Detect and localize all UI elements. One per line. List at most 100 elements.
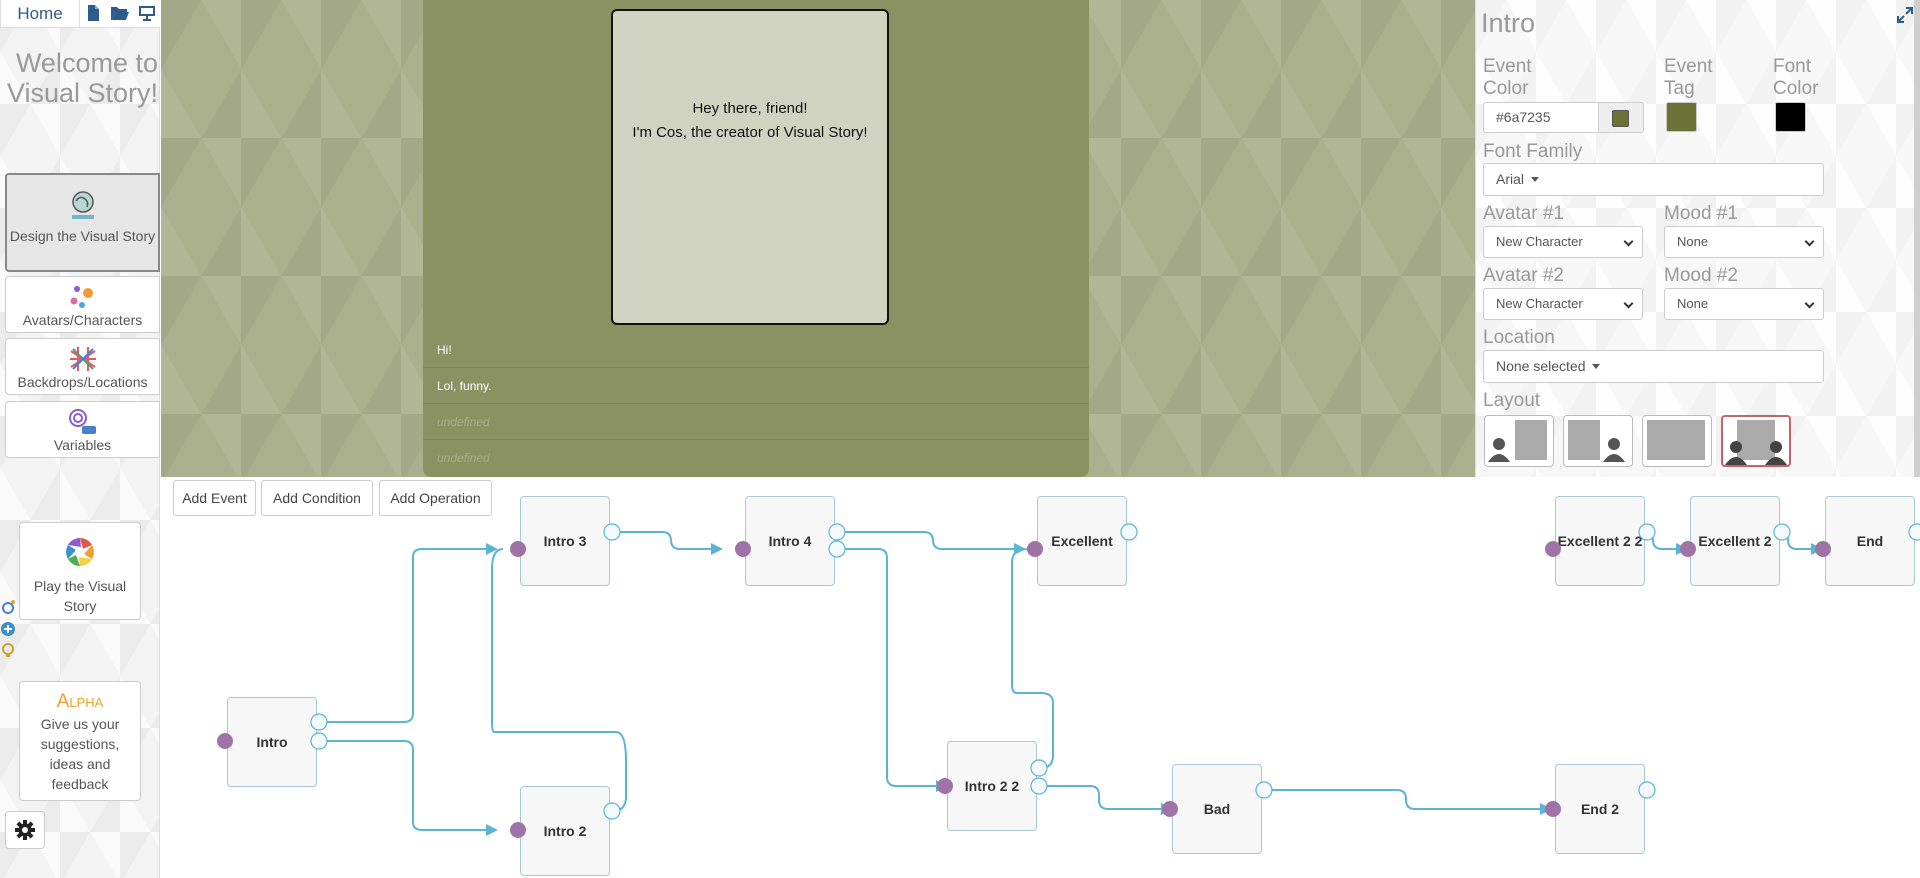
presentation-icon[interactable] (137, 4, 157, 22)
event-properties-panel: Intro Event Color Event Tag Font Color #… (1475, 0, 1920, 570)
caret-down-icon (1592, 364, 1601, 369)
share-icon[interactable] (2, 600, 15, 614)
event-title: Intro (1481, 8, 1536, 38)
location-value: None selected (1496, 358, 1586, 374)
flow-node-excellent22[interactable]: Excellent 2 2 (1555, 496, 1645, 586)
event-color-input[interactable]: #6a7235 (1483, 102, 1599, 133)
edge-bad-end2 (1263, 789, 1540, 810)
layout-full-icon (1647, 420, 1705, 460)
node-label: Excellent (1051, 533, 1113, 549)
edge-intro4-excellent (837, 531, 1014, 550)
settings-button[interactable] (5, 811, 45, 849)
welcome-heading: Welcome to Visual Story! (6, 48, 158, 108)
layout-option-full[interactable] (1642, 415, 1712, 467)
left-sidebar: Home Welcome to Visual Story! Design the… (0, 0, 160, 878)
flow-node-intro2[interactable]: Intro 2 (520, 786, 610, 876)
design-icon (71, 191, 94, 219)
mood2-value: None (1677, 296, 1709, 311)
node-label: Excellent 2 (1698, 533, 1772, 549)
nav-variables-label: Variables (53, 437, 112, 453)
layout-left-avatar-icon (1488, 420, 1547, 462)
home-tab[interactable]: Home (0, 0, 80, 28)
avatar1-select[interactable]: New Character (1483, 226, 1643, 258)
chevron-down-icon (1804, 236, 1815, 247)
play-aperture-icon (66, 538, 94, 566)
choice-4[interactable]: undefined (423, 441, 1089, 476)
backdrops-icon (69, 347, 96, 371)
flow-node-bad[interactable]: Bad (1172, 764, 1262, 854)
edge-intro-intro2 (319, 740, 489, 831)
location-label: Location (1483, 327, 1555, 348)
nav-avatars[interactable]: Avatars/Characters (5, 276, 160, 333)
chevron-down-icon (1804, 298, 1815, 309)
flow-node-end2[interactable]: End 2 (1555, 764, 1645, 854)
edge-intro22-bad (1041, 785, 1161, 810)
mood1-label: Mood #1 (1664, 203, 1738, 224)
alpha-feedback-card[interactable]: Alpha Give us your suggestions, ideas an… (19, 681, 141, 801)
layout-option-two-avatars[interactable] (1721, 415, 1791, 467)
expand-icon[interactable] (1896, 6, 1914, 24)
flow-node-end[interactable]: End (1825, 496, 1915, 586)
location-dropdown[interactable]: None selected (1483, 350, 1824, 383)
mood2-label: Mood #2 (1664, 265, 1738, 286)
avatar2-select[interactable]: New Character (1483, 288, 1643, 320)
story-preview-stage: Hey there, friend! I'm Cos, the creator … (161, 0, 1475, 477)
top-bar: Home (0, 0, 160, 28)
layout-option-left-avatar[interactable] (1484, 415, 1554, 467)
node-label: Intro (256, 734, 288, 750)
add-icon[interactable] (1, 622, 15, 636)
choice-1[interactable]: Hi! (423, 333, 1089, 368)
dialog-card: Hey there, friend! I'm Cos, the creator … (611, 9, 889, 325)
nav-variables[interactable]: Variables (5, 401, 160, 458)
flow-node-excellent[interactable]: Excellent (1037, 496, 1127, 586)
event-tag-label: Event Tag (1664, 56, 1713, 99)
story-flow-editor: Add Event Add Condition Add Operation In… (161, 477, 1920, 878)
avatar2-value: New Character (1496, 296, 1583, 311)
flow-node-intro3[interactable]: Intro 3 (520, 496, 610, 586)
nav-avatars-label: Avatars/Characters (22, 312, 143, 328)
story-window: Hey there, friend! I'm Cos, the creator … (423, 0, 1089, 477)
avatar1-label: Avatar #1 (1483, 203, 1564, 224)
choice-3[interactable]: undefined (423, 405, 1089, 440)
chevron-down-icon (1623, 236, 1634, 247)
play-story-card[interactable]: Play the Visual Story (19, 522, 141, 620)
flow-node-intro4[interactable]: Intro 4 (745, 496, 835, 586)
node-label: Intro 3 (543, 533, 587, 549)
nav-design-label: Design the Visual Story (9, 228, 156, 244)
node-label: Excellent 2 2 (1557, 533, 1643, 549)
alpha-text: Give us your suggestions, ideas and feed… (40, 716, 120, 792)
font-family-dropdown[interactable]: Arial (1483, 163, 1824, 196)
edge-intro2-intro3 (491, 548, 627, 812)
lightbulb-icon[interactable] (2, 643, 14, 657)
new-file-icon[interactable] (84, 4, 102, 22)
mood2-select[interactable]: None (1664, 288, 1824, 320)
node-label: Intro 2 (543, 823, 587, 839)
event-color-addon[interactable] (1598, 102, 1644, 133)
gear-icon (15, 820, 35, 840)
flow-node-intro22[interactable]: Intro 2 2 (947, 741, 1037, 831)
variables-icon (68, 409, 96, 434)
avatar1-value: New Character (1496, 234, 1583, 249)
nav-design-story[interactable]: Design the Visual Story (5, 173, 160, 272)
layout-option-right-avatar[interactable] (1563, 415, 1633, 467)
caret-down-icon (1530, 177, 1539, 182)
avatars-icon (70, 286, 93, 308)
font-color-label: Font Color (1773, 56, 1819, 99)
event-color-label: Event Color (1483, 56, 1532, 99)
font-color-swatch[interactable] (1775, 102, 1806, 132)
mood1-select[interactable]: None (1664, 226, 1824, 258)
node-label: Intro 4 (768, 533, 812, 549)
open-folder-icon[interactable] (110, 4, 130, 22)
edge-excellent22-excellent2 (1643, 531, 1676, 550)
flow-node-excellent2[interactable]: Excellent 2 (1690, 496, 1780, 586)
nav-backdrops[interactable]: Backdrops/Locations (5, 338, 160, 395)
alpha-title: Alpha (56, 691, 104, 712)
flow-node-intro[interactable]: Intro (227, 697, 317, 787)
chevron-down-icon (1623, 298, 1634, 309)
choice-2[interactable]: Lol, funny. (423, 369, 1089, 404)
node-label: Intro 2 2 (964, 778, 1020, 794)
mood1-value: None (1677, 234, 1709, 249)
layout-label: Layout (1483, 390, 1541, 411)
event-tag-swatch[interactable] (1666, 102, 1697, 132)
play-story-label: Play the Visual Story (33, 578, 127, 614)
